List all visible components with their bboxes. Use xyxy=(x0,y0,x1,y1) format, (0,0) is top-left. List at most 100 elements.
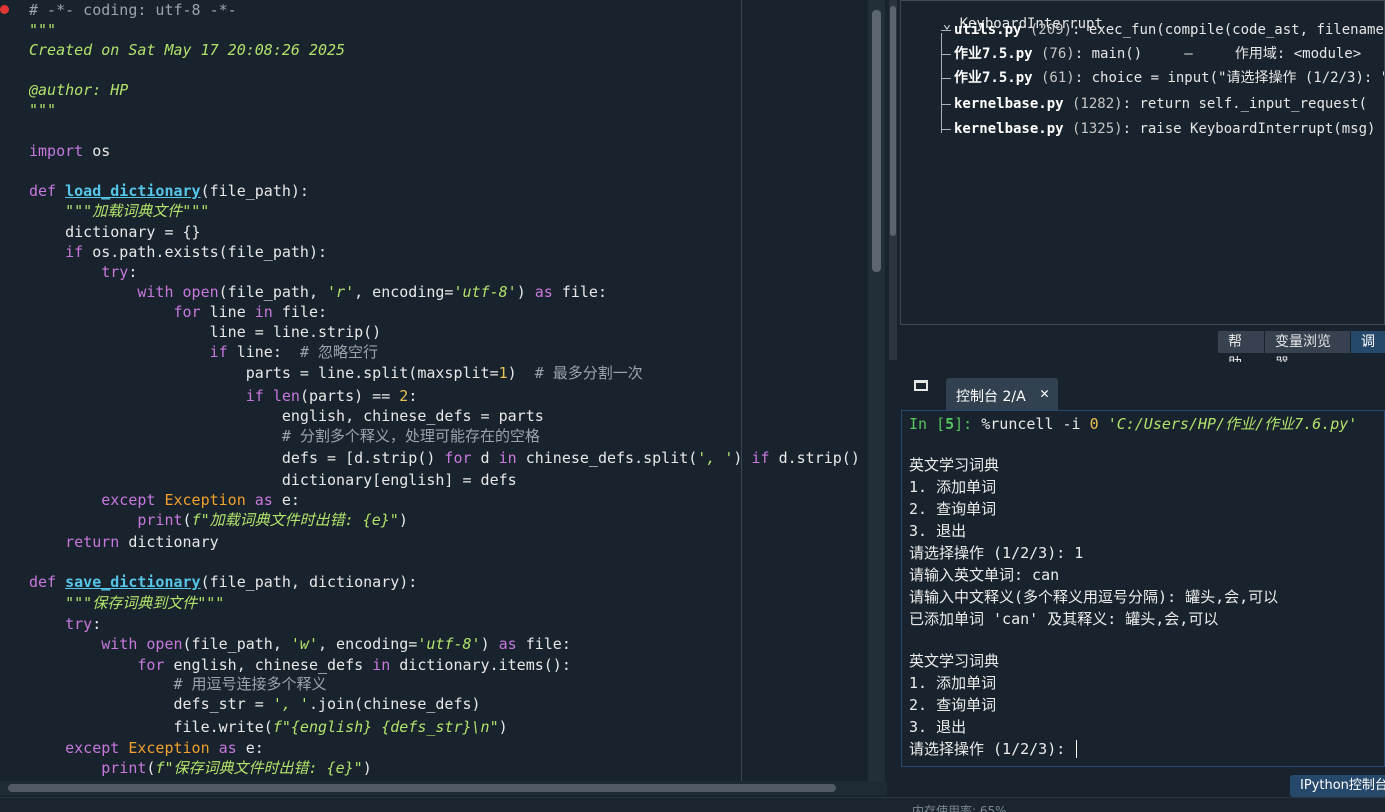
code-line[interactable]: import os xyxy=(29,141,110,161)
code-line[interactable]: file.write(f"{english} {defs_str}\n") xyxy=(29,717,508,737)
console-output-line: 1. 添加单词 xyxy=(909,478,997,496)
traceback-header[interactable]: ⌄ KeyboardInterrupt xyxy=(909,1,1103,32)
tab-help[interactable]: 帮助 xyxy=(1218,331,1264,372)
code-token: as xyxy=(218,739,237,757)
console-output-line: 请输入英文单词: can xyxy=(909,566,1060,584)
breakpoint-icon[interactable] xyxy=(0,5,9,14)
code-line[interactable]: # 分割多个释义，处理可能存在的空格 xyxy=(29,426,540,446)
code-line[interactable]: line = line.strip() xyxy=(29,322,382,342)
code-line[interactable]: defs_str = ', '.join(chinese_defs) xyxy=(29,694,480,714)
tab-variable-explorer[interactable]: 变量浏览器 xyxy=(1265,331,1350,372)
code-line[interactable]: # -*- coding: utf-8 -*- xyxy=(29,0,237,20)
code-token: file: xyxy=(552,283,607,301)
code-token: as xyxy=(498,635,517,653)
code-token: 'utf-8' xyxy=(453,283,517,301)
frame-line: (209) xyxy=(1021,22,1073,38)
pane-scrollbar[interactable] xyxy=(889,0,897,360)
code-area[interactable]: # -*- coding: utf-8 -*- """ Created on Sat… xyxy=(29,0,865,781)
code-line[interactable]: if os.path.exists(file_path): xyxy=(29,242,327,262)
code-line[interactable]: """保存词典到文件""" xyxy=(29,593,224,613)
code-line[interactable]: if len(parts) == 2: xyxy=(29,386,418,406)
scrollbar-thumb[interactable] xyxy=(8,784,836,792)
code-line[interactable]: def save_dictionary(file_path, dictionar… xyxy=(29,572,417,592)
close-icon[interactable]: ✕ xyxy=(1040,384,1049,402)
code-line[interactable]: try: xyxy=(29,614,101,634)
frame-file: 作业7.5.py xyxy=(954,46,1033,62)
frame-file: utils.py xyxy=(954,22,1022,38)
code-token: def xyxy=(29,182,57,200)
console-output-line: 英文学习词典 xyxy=(909,456,1000,474)
code-token: in xyxy=(254,303,273,321)
traceback-frame[interactable]: kernelbase.py (1282): return self._input… xyxy=(954,93,1367,115)
traceback-frame[interactable]: 作业7.5.py (61): choice = input("请选择操作 (1/… xyxy=(954,67,1384,89)
code-token: if xyxy=(751,449,770,467)
code-line[interactable]: """加载词典文件""" xyxy=(29,201,209,221)
code-token: # 用逗号连接多个释义 xyxy=(173,675,327,693)
code-token: (parts) == xyxy=(299,387,400,405)
scrollbar-thumb[interactable] xyxy=(872,10,881,272)
code-line[interactable]: with open(file_path, 'w', encoding='utf-… xyxy=(29,634,571,654)
window-icon[interactable] xyxy=(914,380,928,391)
code-line[interactable]: Created on Sat May 17 20:08:26 2025 xyxy=(29,40,345,60)
tab-console[interactable]: 控制台 2/A ✕ xyxy=(946,378,1058,410)
ipython-console-button[interactable]: IPython控制台 xyxy=(1290,775,1385,797)
traceback-frame[interactable]: 作业7.5.py (76): main() — 作用域: <module> xyxy=(954,43,1361,65)
code-token: 2 xyxy=(399,387,409,405)
code-token: , encoding= xyxy=(318,635,418,653)
code-token: parts = line.split(maxsplit= xyxy=(29,364,499,382)
code-line[interactable]: except Exception as e: xyxy=(29,738,264,758)
scrollbar-thumb[interactable] xyxy=(890,6,896,236)
code-token: open xyxy=(182,283,219,301)
code-token: ) xyxy=(498,718,508,736)
code-line[interactable]: try: xyxy=(29,262,137,282)
code-line[interactable]: """ xyxy=(29,100,56,120)
code-token: file.write( xyxy=(29,718,273,736)
code-editor[interactable]: # -*- coding: utf-8 -*- """ Created on Sat… xyxy=(0,0,887,781)
code-token: 'r' xyxy=(327,283,355,301)
ipython-console[interactable]: In [5]: %runcell -i 0 'C:/Users/HP/作业/作业… xyxy=(901,410,1385,767)
code-line[interactable]: with open(file_path, 'r', encoding='utf-… xyxy=(29,282,607,302)
tab-debugger[interactable]: 调 xyxy=(1351,331,1385,353)
traceback-frame[interactable]: utils.py (209): exec_fun(compile(code_as… xyxy=(954,19,1384,41)
editor-vertical-scrollbar[interactable] xyxy=(868,0,885,781)
code-line[interactable]: return dictionary xyxy=(29,532,219,552)
code-line[interactable]: @author: HP xyxy=(29,80,128,100)
code-token: for xyxy=(173,303,201,321)
code-token: def xyxy=(29,573,57,591)
console-output-line: 请选择操作 (1/2/3): 1 xyxy=(909,544,1084,562)
pane-tab-bar: 帮助 变量浏览器 调 xyxy=(1217,331,1385,372)
code-line[interactable]: for english, chinese_defs in dictionary.… xyxy=(29,655,571,675)
code-token: in xyxy=(372,656,391,674)
code-token: file: xyxy=(516,635,571,653)
code-token: ) xyxy=(507,364,535,382)
code-line[interactable]: english, chinese_defs = parts xyxy=(29,406,544,426)
frame-line: (76) xyxy=(1032,46,1075,62)
code-line[interactable]: def load_dictionary(file_path): xyxy=(29,181,309,201)
code-line[interactable]: print(f"保存词典文件时出错: {e}") xyxy=(29,758,371,778)
code-line[interactable]: dictionary = {} xyxy=(29,222,200,242)
code-token: # 忽略空行 xyxy=(299,343,378,361)
code-token: dictionary[english] = defs xyxy=(29,471,517,489)
frame-file: 作业7.5.py xyxy=(954,70,1033,86)
code-line[interactable]: """ xyxy=(29,20,56,40)
code-line[interactable]: defs = [d.strip() for d in chinese_defs.… xyxy=(29,448,860,468)
traceback-frame[interactable]: kernelbase.py (1325): raise KeyboardInte… xyxy=(954,118,1384,140)
code-line[interactable]: dictionary[english] = defs xyxy=(29,470,517,490)
frame-line: (61) xyxy=(1032,70,1075,86)
editor-gutter[interactable] xyxy=(0,0,24,781)
code-line[interactable]: for line in file: xyxy=(29,302,328,322)
code-line[interactable]: print(f"加载词典文件时出错: {e}") xyxy=(29,510,407,530)
code-line[interactable]: parts = line.split(maxsplit=1) # 最多分割一次 xyxy=(29,363,643,383)
code-line[interactable]: if line: # 忽略空行 xyxy=(29,342,378,362)
console-output-line: 请选择操作 (1/2/3): xyxy=(909,740,1075,758)
code-line[interactable]: except Exception as e: xyxy=(29,490,300,510)
editor-horizontal-scrollbar[interactable] xyxy=(0,781,887,795)
code-line[interactable]: # 用逗号连接多个释义 xyxy=(29,674,327,694)
